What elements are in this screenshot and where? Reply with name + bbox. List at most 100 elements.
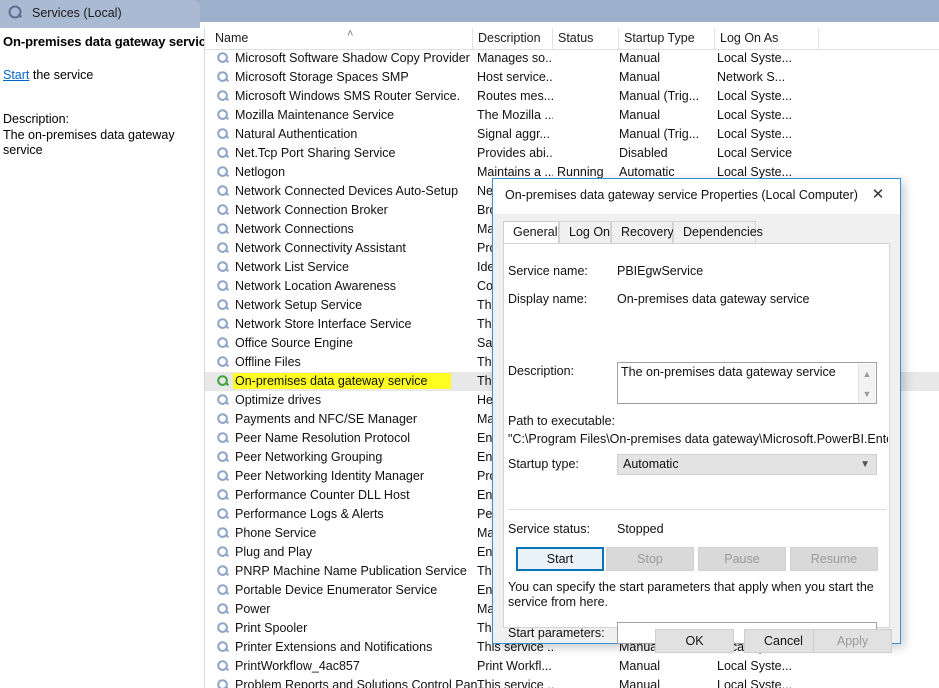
tab-dependencies[interactable]: Dependencies: [673, 221, 763, 243]
cell-description: This service ...: [477, 678, 553, 688]
cell-description: Routes mes...: [477, 89, 553, 103]
cell-name: Portable Device Enumerator Service: [235, 583, 438, 597]
cell-name: Netlogon: [235, 165, 286, 179]
cell-name: Power: [235, 602, 271, 616]
service-gear-icon: [217, 242, 229, 253]
tab-recovery[interactable]: Recovery: [611, 221, 674, 243]
service-gear-icon: [217, 90, 229, 101]
column-header-log-on-as[interactable]: Log On As: [715, 28, 819, 49]
cell-name: Microsoft Software Shadow Copy Provider: [235, 51, 470, 65]
table-row[interactable]: Mozilla Maintenance Service The Mozilla .…: [205, 106, 939, 125]
service-gear-icon: [217, 527, 229, 538]
description-textarea[interactable]: The on-premises data gateway service ▲ ▼: [617, 362, 877, 404]
detail-description-text: The on-premises data gateway service: [3, 128, 175, 157]
service-gear-icon: [217, 318, 229, 329]
list-header-row: Name ˄ Description Status Startup Type L…: [205, 28, 939, 50]
services-local-tab[interactable]: Services (Local): [0, 0, 200, 28]
display-name-label: Display name:: [508, 292, 588, 306]
table-row[interactable]: Natural Authentication Signal aggr... Manu…: [205, 125, 939, 144]
cell-name: Performance Logs & Alerts: [235, 507, 384, 521]
start-parameters-hint: You can specify the start parameters tha…: [508, 580, 874, 609]
table-row[interactable]: Problem Reports and Solutions Control Pa…: [205, 676, 939, 688]
cell-name: Network Connections: [235, 222, 354, 236]
cell-name: Network Connection Broker: [235, 203, 388, 217]
service-status-label: Service status:: [508, 522, 590, 536]
service-detail-heading: On-premises data gateway service: [3, 34, 213, 49]
service-gear-icon: [217, 71, 229, 82]
dialog-tab-strip: General Log On Recovery Dependencies: [503, 221, 890, 243]
table-row[interactable]: Net.Tcp Port Sharing Service Provides abi…: [205, 144, 939, 163]
tab-log-on[interactable]: Log On: [559, 221, 611, 243]
cancel-button[interactable]: Cancel: [744, 629, 823, 653]
cell-name: Network Connected Devices Auto-Setup: [235, 184, 459, 198]
cell-name: Performance Counter DLL Host: [235, 488, 410, 502]
path-to-executable-label: Path to executable:: [508, 414, 616, 428]
cell-name: PrintWorkflow_4ac857: [235, 659, 360, 673]
column-header-description[interactable]: Description: [473, 28, 553, 49]
cell-name: Peer Networking Grouping: [235, 450, 383, 464]
service-gear-icon: [217, 128, 229, 139]
cell-description: The Mozilla ...: [477, 108, 553, 122]
service-gear-icon: [217, 261, 229, 272]
table-row[interactable]: Microsoft Windows SMS Router Service. Rou…: [205, 87, 939, 106]
cell-description: Signal aggr...: [477, 127, 550, 141]
table-row[interactable]: Microsoft Software Shadow Copy Provider M…: [205, 49, 939, 68]
service-gear-icon: [217, 375, 229, 386]
service-gear-icon: [217, 413, 229, 424]
service-gear-icon: [217, 679, 229, 688]
display-name-value: On-premises data gateway service: [617, 292, 810, 306]
description-textarea-value: The on-premises data gateway service: [621, 365, 836, 379]
cell-log-on-as: Local Syste...: [717, 89, 793, 103]
stop-button: Stop: [606, 547, 694, 571]
service-name-label: Service name:: [508, 264, 588, 278]
cell-status: [557, 68, 619, 87]
chevron-down-icon[interactable]: ▼: [859, 384, 875, 403]
cell-status: [557, 87, 619, 106]
cell-name: Office Source Engine: [235, 336, 353, 350]
service-gear-icon: [217, 337, 229, 348]
cell-startup-type: Manual: [619, 51, 660, 65]
service-gear-icon: [217, 394, 229, 405]
ok-button[interactable]: OK: [655, 629, 734, 653]
service-gear-icon: [217, 641, 229, 652]
dialog-title-bar[interactable]: On-premises data gateway service Propert…: [493, 179, 900, 214]
cell-log-on-as: Network S...: [717, 70, 786, 84]
cell-status: [557, 144, 619, 163]
service-name-value: PBIEgwService: [617, 264, 704, 278]
service-gear-icon: [217, 109, 229, 120]
service-gear-icon: [217, 52, 229, 63]
cell-name: Problem Reports and Solutions Control Pa…: [235, 678, 488, 688]
service-gear-icon: [217, 470, 229, 481]
cell-name: PNRP Machine Name Publication Service: [235, 564, 467, 578]
tab-general[interactable]: General: [503, 221, 559, 243]
detail-description-label: Description:: [3, 112, 69, 126]
startup-type-select[interactable]: Automatic ▼: [617, 454, 877, 475]
cell-name: Phone Service: [235, 526, 317, 540]
services-gear-icon: [8, 5, 22, 19]
cell-log-on-as: Local Syste...: [717, 678, 793, 688]
start-button[interactable]: Start: [516, 547, 604, 571]
table-row[interactable]: PrintWorkflow_4ac857 Print Workfl... Manua…: [205, 657, 939, 676]
cell-name: Plug and Play: [235, 545, 313, 559]
service-gear-icon: [217, 508, 229, 519]
service-gear-icon: [217, 280, 229, 291]
cell-name: Microsoft Windows SMS Router Service.: [235, 89, 461, 103]
cell-status: [557, 657, 619, 676]
service-gear-icon: [217, 185, 229, 196]
cell-log-on-as: Local Syste...: [717, 51, 793, 65]
cell-name: Printer Extensions and Notifications: [235, 640, 433, 654]
start-service-link[interactable]: Start: [3, 68, 29, 82]
cell-description: Manages so...: [477, 51, 553, 65]
chevron-up-icon[interactable]: ▲: [859, 364, 875, 384]
table-row[interactable]: Microsoft Storage Spaces SMP Host service…: [205, 68, 939, 87]
service-gear-icon: [217, 565, 229, 576]
service-gear-icon: [217, 166, 229, 177]
description-scrollbar[interactable]: ▲ ▼: [858, 364, 875, 403]
close-icon[interactable]: ✕: [856, 179, 900, 209]
cell-name: Mozilla Maintenance Service: [235, 108, 395, 122]
cell-description: Print Workfl...: [477, 659, 552, 673]
column-header-name[interactable]: Name ˄: [215, 28, 473, 49]
cell-description: Provides abi...: [477, 146, 553, 160]
column-header-status[interactable]: Status: [553, 28, 619, 49]
column-header-startup-type[interactable]: Startup Type: [619, 28, 715, 49]
